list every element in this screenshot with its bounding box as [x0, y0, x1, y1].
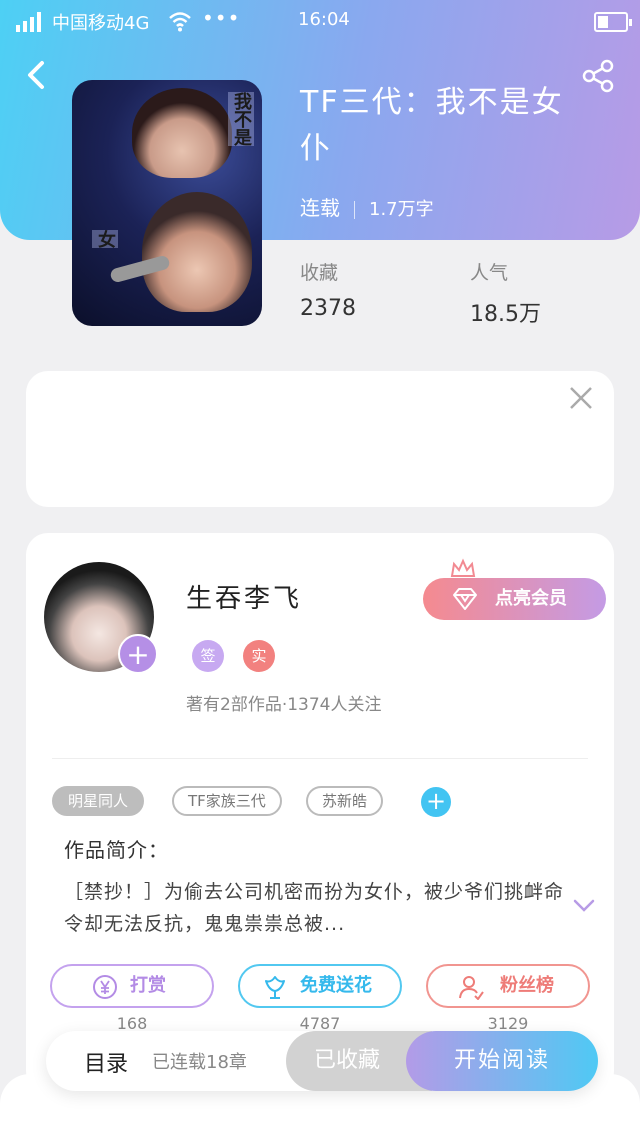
- fans-ranking-label: 粉丝榜: [500, 975, 554, 996]
- cover-text-bottom: 女: [92, 230, 118, 248]
- intro-text: ［禁抄！］为偷去公司机密而扮为女仆，被少爷们挑衅命令却无法反抗，鬼鬼祟祟总被..…: [64, 881, 565, 935]
- table-of-contents-button[interactable]: 目录: [84, 1046, 128, 1078]
- status-divider: [354, 200, 355, 219]
- tag-item[interactable]: 苏新皓: [306, 786, 384, 816]
- diamond-icon: [453, 588, 477, 610]
- serial-status: 连载: [300, 196, 340, 220]
- collect-count: 2378: [300, 296, 356, 321]
- tag-item[interactable]: 明星同人: [52, 786, 145, 816]
- cover-figure-bottom: [142, 192, 252, 312]
- more-dots: •••: [202, 6, 241, 30]
- close-icon[interactable]: [568, 385, 594, 411]
- crown-icon: [450, 558, 476, 577]
- clock: 16:04: [298, 9, 350, 30]
- vip-button-label: 点亮会员: [495, 588, 567, 609]
- verified-badge: 实: [243, 640, 275, 672]
- ad-banner: [26, 371, 614, 507]
- reward-button[interactable]: 打赏: [50, 964, 214, 1008]
- book-cover[interactable]: 我不是 女: [72, 80, 262, 326]
- yen-icon: [93, 975, 117, 999]
- start-reading-button[interactable]: 开始阅读: [406, 1031, 598, 1091]
- add-tag-button[interactable]: +: [421, 787, 451, 817]
- author-meta: 著有2部作品·1374人关注: [186, 695, 382, 715]
- share-icon[interactable]: [580, 58, 616, 94]
- wifi-icon: [169, 12, 191, 32]
- back-icon[interactable]: [22, 58, 52, 92]
- vip-button[interactable]: 点亮会员: [423, 578, 606, 620]
- person-icon: [459, 976, 484, 1000]
- reward-label: 打赏: [130, 975, 166, 996]
- section-divider: [52, 758, 588, 759]
- popularity-count: 18.5万: [470, 302, 541, 327]
- cover-figure-top: [132, 88, 232, 178]
- intro-label: 作品简介：: [64, 838, 169, 862]
- tag-item[interactable]: TF家族三代: [172, 786, 282, 816]
- collect-label: 收藏: [300, 262, 339, 284]
- send-flower-button[interactable]: 免费送花: [238, 964, 402, 1008]
- fans-ranking-button[interactable]: 粉丝榜: [426, 964, 590, 1008]
- signal-icon: [16, 12, 41, 32]
- carrier-label: 中国移动4G: [52, 13, 150, 34]
- book-title: TF三代：我不是女仆: [300, 85, 564, 166]
- book-status-row: 连载 1.7万字: [300, 192, 434, 221]
- status-bar: 中国移动4G ••• 16:04: [0, 0, 640, 44]
- chapter-count[interactable]: 已连载18章: [152, 1048, 247, 1074]
- word-count: 1.7万字: [369, 199, 434, 220]
- follow-author-button[interactable]: +: [118, 634, 158, 674]
- chevron-down-icon[interactable]: [572, 898, 596, 914]
- signed-badge: 签: [192, 640, 224, 672]
- cover-text-top: 我不是: [228, 92, 254, 146]
- flower-icon: [265, 976, 285, 999]
- battery-icon: [594, 12, 632, 32]
- popularity-label: 人气: [470, 262, 509, 284]
- send-flower-label: 免费送花: [300, 975, 372, 996]
- author-name[interactable]: 生吞李飞: [186, 578, 302, 615]
